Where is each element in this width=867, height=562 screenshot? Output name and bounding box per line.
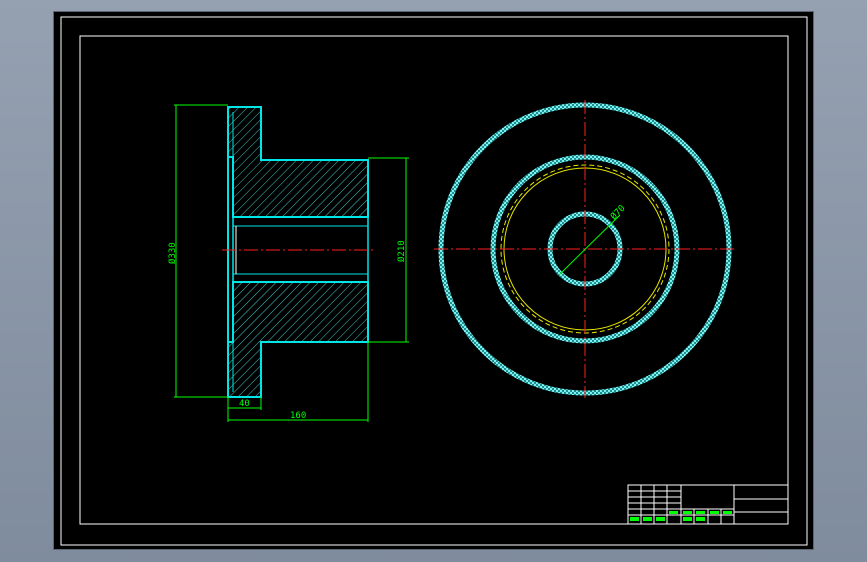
- section-lower-hatch: [227, 281, 369, 398]
- dim-hub-diameter-label: Ø210: [396, 240, 407, 262]
- title-block[interactable]: [627, 484, 789, 525]
- outer-border: [60, 16, 808, 546]
- dim-overall-length-label: 160: [290, 411, 306, 421]
- drawing-canvas: Ø330 Ø210 40 160 Ø70: [60, 16, 808, 546]
- dim-outer-diameter: Ø330: [167, 104, 228, 398]
- dim-hub-diameter: Ø210: [368, 157, 409, 343]
- dim-bore-diameter-label: Ø70: [608, 203, 627, 222]
- dim-flange-thickness: 40: [227, 397, 262, 410]
- cad-drawing-viewport[interactable]: Ø330 Ø210 40 160 Ø70: [54, 12, 813, 549]
- dim-flange-thickness-label: 40: [239, 399, 250, 409]
- section-upper-hatch: [227, 106, 369, 218]
- end-view: Ø70: [434, 100, 736, 398]
- inner-border: [79, 35, 789, 525]
- bore-leader: [558, 214, 621, 276]
- section-view: Ø330 Ø210 40 160: [167, 104, 409, 422]
- dim-outer-diameter-label: Ø330: [167, 242, 178, 264]
